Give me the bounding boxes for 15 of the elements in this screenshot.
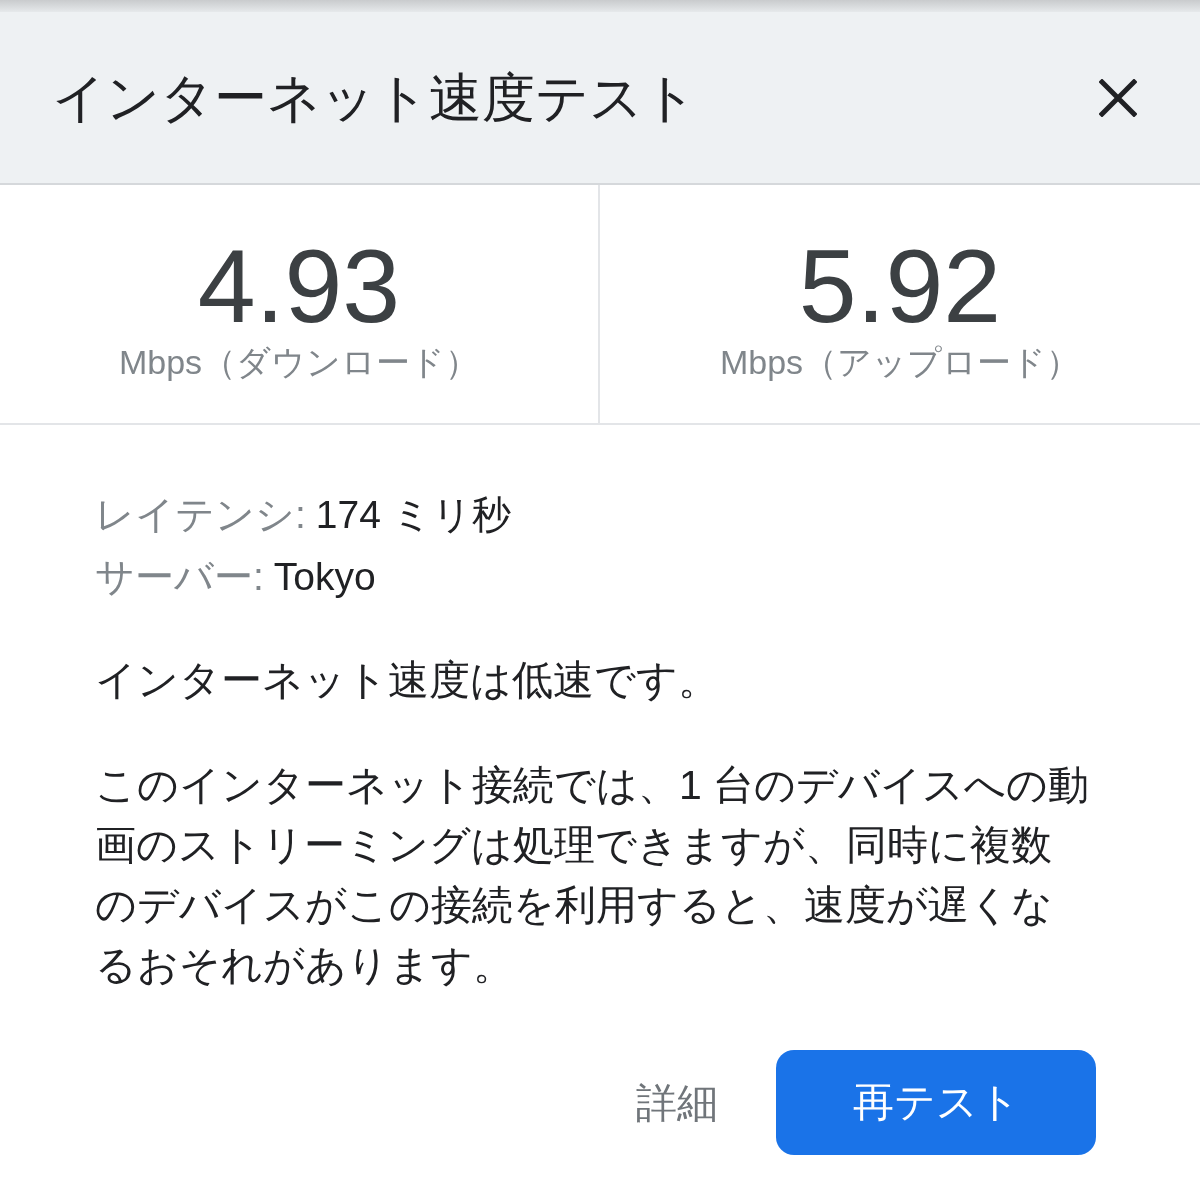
speed-value: 5.92: [798, 232, 1002, 340]
speed-unit: Mbps（ダウンロード）: [118, 342, 480, 383]
detail-value: Tokyo: [273, 553, 376, 600]
retest-button[interactable]: 再テスト: [776, 1050, 1096, 1155]
description-paragraph: このインターネット接続では、1 台のデバイスへの動画のストリーミングは処理できますが、同時に複数のデバイスがこの接続を利用すると、速度が遅くなるおそれがあります。: [95, 761, 1091, 990]
speed-unit: Mbps（アップロード）: [719, 342, 1081, 383]
close-button[interactable]: [1098, 77, 1138, 118]
detail-value: 174 ミリ秒: [315, 491, 511, 538]
detail-label: サーバー:: [95, 553, 264, 600]
dialog-title: インターネット速度テスト: [52, 66, 697, 129]
close-icon: [1099, 78, 1137, 117]
speed-value: 4.93: [197, 232, 401, 340]
details-button[interactable]: 詳細: [622, 1072, 732, 1133]
detail-label: レイテンシ:: [95, 491, 306, 538]
speed-summary: インターネット速度は低速です。: [95, 656, 720, 705]
